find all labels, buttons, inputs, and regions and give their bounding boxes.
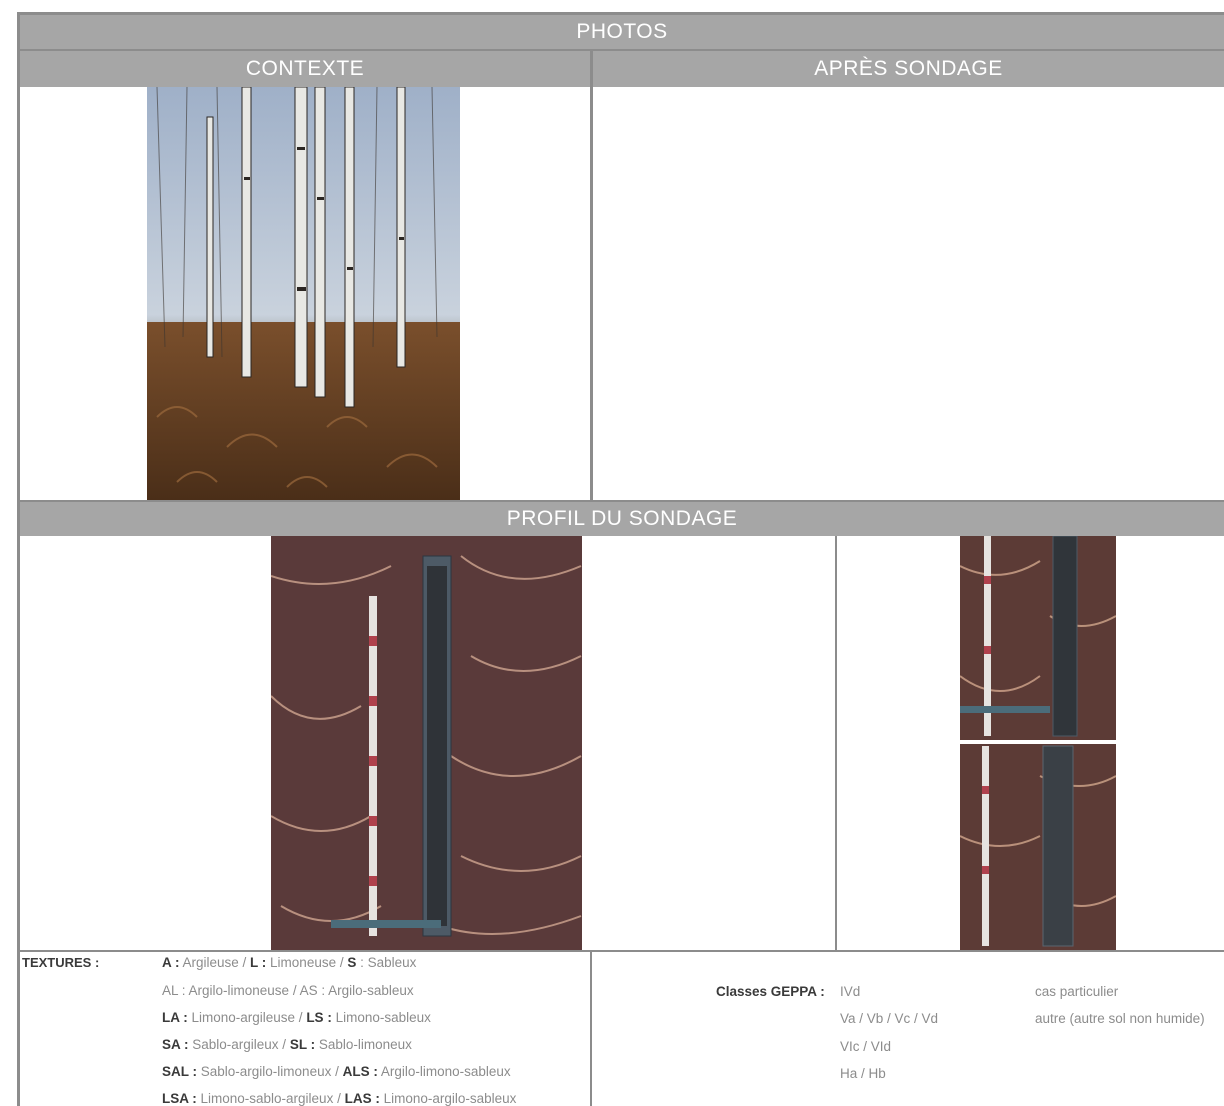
texture-line: LA : Limono-argileuse / LS : Limono-sabl… (162, 1010, 431, 1025)
geppa-other: autre (autre sol non humide) (1035, 1011, 1205, 1026)
texture-line: LSA : Limono-sablo-argileux / LAS : Limo… (162, 1091, 516, 1106)
geppa-label: Classes GEPPA : (716, 984, 825, 999)
texture-code: SL : (289, 1037, 316, 1052)
border-left (17, 12, 20, 1106)
geppa-class: Va / Vb / Vc / Vd (840, 1011, 939, 1026)
geppa-other: cas particulier (1035, 984, 1119, 999)
birch-forest-image (147, 87, 460, 501)
soil-core-image (271, 536, 582, 950)
profile-photo-main (271, 536, 582, 950)
texture-code: LA : (162, 1010, 188, 1025)
column-divider (590, 51, 593, 501)
texture-name: Sablo-argilo-limoneux / (197, 1064, 343, 1079)
photos-header: PHOTOS (20, 15, 1224, 49)
texture-line: A : Argileuse / L : Limoneuse / S : Sabl… (162, 955, 416, 970)
texture-code: LSA : (162, 1091, 197, 1106)
texture-line: AL : Argilo-limoneuse / AS : Argilo-sabl… (162, 983, 414, 998)
texture-code: ALS : (342, 1064, 378, 1079)
texture-name: Limono-argileuse / (187, 1010, 307, 1025)
texture-code: L : (250, 955, 267, 970)
texture-line: SAL : Sablo-argilo-limoneux / ALS : Argi… (162, 1064, 511, 1079)
texture-code: SA : (162, 1037, 189, 1052)
contexte-header: CONTEXTE (20, 51, 590, 87)
column-divider (835, 536, 837, 950)
texture-name: Argileuse / (179, 955, 251, 970)
texture-name: Limono-argilo-sableux (379, 1091, 517, 1106)
soil-core-split-image (960, 536, 1116, 950)
texture-name: : Sableux (356, 955, 417, 970)
texture-code: A : (162, 955, 180, 970)
texture-name: AL : Argilo-limoneuse / AS : Argilo-sabl… (162, 983, 414, 998)
texture-code: LS : (306, 1010, 332, 1025)
geppa-class: IVd (840, 984, 861, 999)
texture-name: Limono-sableux (331, 1010, 431, 1025)
geppa-class: Ha / Hb (840, 1066, 886, 1081)
profil-header: PROFIL DU SONDAGE (20, 502, 1224, 536)
context-photo (147, 87, 460, 501)
texture-code: S (347, 955, 357, 970)
texture-code: LAS : (344, 1091, 380, 1106)
texture-name: Argilo-limono-sableux (377, 1064, 511, 1079)
divider (20, 950, 1224, 952)
texture-name: Limono-sablo-argileux / (196, 1091, 345, 1106)
column-divider (590, 952, 592, 1106)
texture-name: Limoneuse / (266, 955, 348, 970)
texture-name: Sablo-limoneux (315, 1037, 412, 1052)
geppa-class: VIc / VId (840, 1039, 892, 1054)
texture-name: Sablo-argileux / (188, 1037, 290, 1052)
texture-code: SAL : (162, 1064, 198, 1079)
profile-photo-secondary (960, 536, 1116, 950)
texture-line: SA : Sablo-argileux / SL : Sablo-limoneu… (162, 1037, 412, 1052)
textures-label: TEXTURES : (22, 955, 100, 970)
apres-sondage-header: APRÈS SONDAGE (593, 51, 1224, 87)
